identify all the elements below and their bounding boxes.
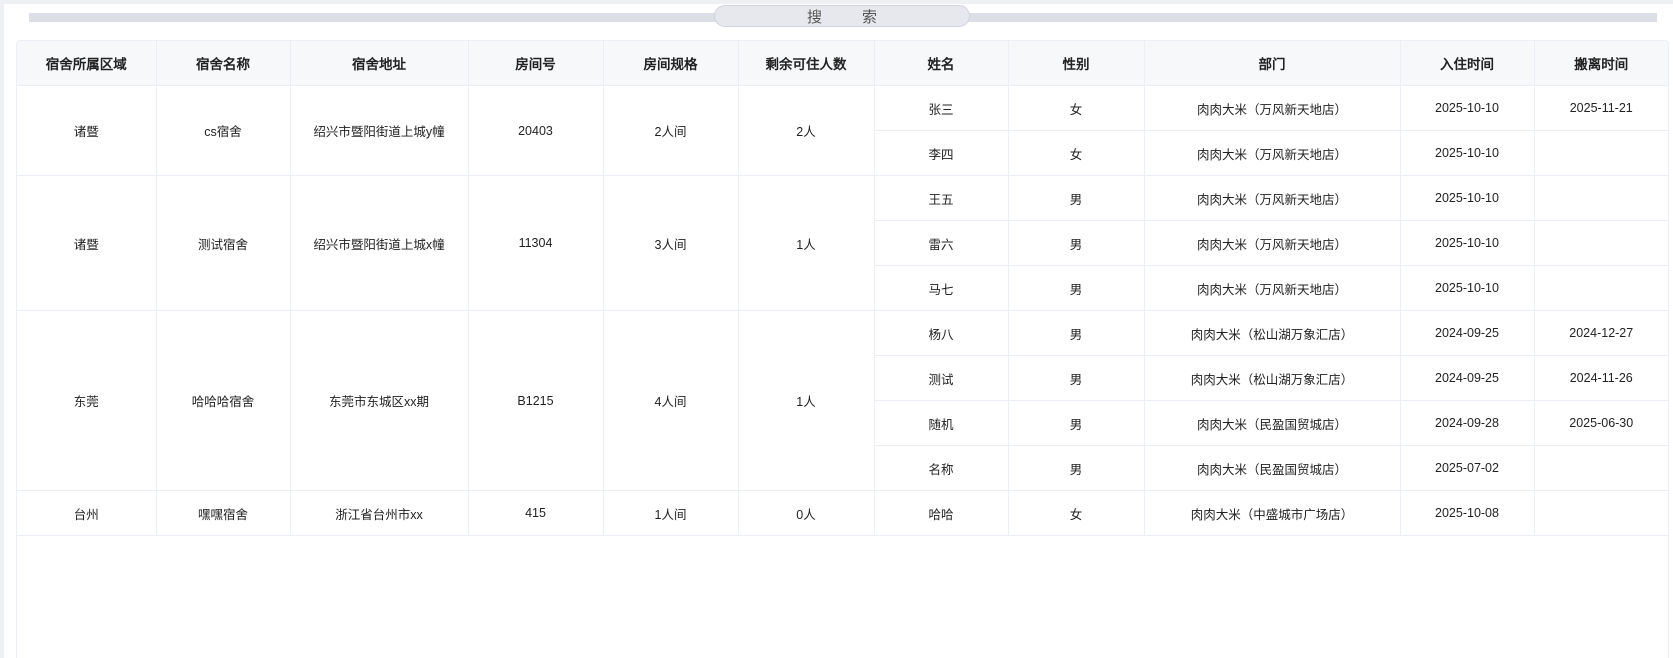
cell-resident-checkin: 2025-10-10 — [1400, 265, 1535, 311]
cell-resident-gender: 男 — [1008, 175, 1145, 221]
cell-resident-gender: 男 — [1008, 220, 1145, 266]
cell-remaining: 1人 — [738, 175, 875, 311]
table-row: 台州 嘿嘿宿舍 浙江省台州市xx 415 1人间 0人 哈哈女肉肉大米（中盛城市广场店） 20… — [17, 490, 1668, 536]
table-row: 诸暨 测试宿舍 绍兴市暨阳街道上城x幢 11304 3人间 1人 王五男肉肉大米（万风新天地… — [17, 175, 1668, 311]
column-header: 房间规格 — [603, 41, 739, 86]
cell-resident-gender: 男 — [1008, 355, 1145, 401]
column-header: 宿舍名称 — [156, 41, 291, 86]
cell-resident-dept: 肉肉大米（万风新天地店） — [1144, 130, 1401, 176]
cell-resident-dept: 肉肉大米（松山湖万象汇店） — [1144, 310, 1401, 356]
cell-resident-gender: 男 — [1008, 310, 1145, 356]
cell-address: 浙江省台州市xx — [290, 490, 469, 536]
column-header: 宿舍所属区域 — [17, 41, 157, 86]
cell-resident-checkout — [1534, 490, 1668, 536]
column-header: 剩余可住人数 — [738, 41, 875, 86]
cell-resident-dept: 肉肉大米（万风新天地店） — [1144, 265, 1401, 311]
cell-resident-name: 随机 — [874, 400, 1009, 446]
column-header: 入住时间 — [1400, 41, 1535, 86]
cell-resident-name: 李四 — [874, 130, 1009, 176]
table-header: 宿舍所属区域 宿舍名称 宿舍地址 房间号 房间规格 剩余可住人数 姓名 性别 部门 入住时间 搬离时… — [17, 41, 1668, 86]
cell-name: 哈哈哈宿舍 — [156, 310, 291, 491]
cell-room: 11304 — [468, 175, 604, 311]
cell-resident-gender: 男 — [1008, 445, 1145, 491]
cell-resident-checkin: 2025-10-10 — [1400, 130, 1535, 176]
cell-resident-dept: 肉肉大米（中盛城市广场店） — [1144, 490, 1401, 536]
cell-resident-checkin: 2025-10-08 — [1400, 490, 1535, 536]
cell-resident-checkin: 2025-10-10 — [1400, 220, 1535, 266]
cell-name: 嘿嘿宿舍 — [156, 490, 291, 536]
cell-resident-name: 名称 — [874, 445, 1009, 491]
cell-area: 诸暨 — [17, 175, 157, 311]
cell-remaining: 0人 — [738, 490, 875, 536]
cell-resident-checkin: 2025-10-10 — [1400, 175, 1535, 221]
column-header: 房间号 — [468, 41, 604, 86]
cell-name: cs宿舍 — [156, 85, 291, 176]
table-row: 东莞 哈哈哈宿舍 东莞市东城区xx期 B1215 4人间 1人 杨八男肉肉大米（松山湖万象汇… — [17, 310, 1668, 491]
cell-area: 东莞 — [17, 310, 157, 491]
cell-resident-dept: 肉肉大米（民盈国贸城店） — [1144, 445, 1401, 491]
cell-resident-checkout — [1534, 175, 1668, 221]
cell-room: B1215 — [468, 310, 604, 491]
cell-resident-name: 测试 — [874, 355, 1009, 401]
cell-resident-gender: 女 — [1008, 85, 1145, 131]
cell-resident-gender: 男 — [1008, 400, 1145, 446]
cell-remaining: 1人 — [738, 310, 875, 491]
column-header: 姓名 — [874, 41, 1009, 86]
cell-resident-checkin: 2024-09-25 — [1400, 355, 1535, 401]
cell-resident-name: 哈哈 — [874, 490, 1009, 536]
cell-spec: 2人间 — [603, 85, 739, 176]
cell-resident-checkin: 2025-07-02 — [1400, 445, 1535, 491]
cell-spec: 4人间 — [603, 310, 739, 491]
cell-resident-name: 马七 — [874, 265, 1009, 311]
column-header: 性别 — [1008, 41, 1145, 86]
cell-address: 绍兴市暨阳街道上城x幢 — [290, 175, 469, 311]
cell-resident-dept: 肉肉大米（万风新天地店） — [1144, 220, 1401, 266]
cell-resident-gender: 女 — [1008, 130, 1145, 176]
cell-resident-name: 张三 — [874, 85, 1009, 131]
column-header: 部门 — [1144, 41, 1401, 86]
cell-resident-name: 雷六 — [874, 220, 1009, 266]
dormitory-table: 宿舍所属区域 宿舍名称 宿舍地址 房间号 房间规格 剩余可住人数 姓名 性别 部门 入住时间 搬离时… — [16, 40, 1669, 658]
search-label-2: 索 — [862, 8, 918, 26]
cell-resident-checkin: 2024-09-25 — [1400, 310, 1535, 356]
cell-resident-checkin: 2024-09-28 — [1400, 400, 1535, 446]
cell-resident-name: 王五 — [874, 175, 1009, 221]
cell-room: 415 — [468, 490, 604, 536]
cell-resident-checkout: 2025-11-21 — [1534, 85, 1668, 131]
cell-address: 东莞市东城区xx期 — [290, 310, 469, 491]
cell-resident-checkin: 2025-10-10 — [1400, 85, 1535, 131]
cell-resident-checkout: 2024-11-26 — [1534, 355, 1668, 401]
cell-spec: 3人间 — [603, 175, 739, 311]
cell-resident-checkout — [1534, 445, 1668, 491]
table-row: 诸暨 cs宿舍 绍兴市暨阳街道上城y幢 20403 2人间 2人 张三女肉肉大米（万风新天地… — [17, 85, 1668, 176]
cell-resident-dept: 肉肉大米（万风新天地店） — [1144, 175, 1401, 221]
cell-name: 测试宿舍 — [156, 175, 291, 311]
cell-area: 台州 — [17, 490, 157, 536]
cell-resident-dept: 肉肉大米（松山湖万象汇店） — [1144, 355, 1401, 401]
cell-remaining: 2人 — [738, 85, 875, 176]
cell-spec: 1人间 — [603, 490, 739, 536]
cell-resident-checkout — [1534, 220, 1668, 266]
cell-resident-checkout — [1534, 265, 1668, 311]
cell-room: 20403 — [468, 85, 604, 176]
cell-area: 诸暨 — [17, 85, 157, 176]
cell-resident-checkout: 2024-12-27 — [1534, 310, 1668, 356]
cell-resident-name: 杨八 — [874, 310, 1009, 356]
cell-resident-checkout: 2025-06-30 — [1534, 400, 1668, 446]
column-header: 搬离时间 — [1534, 41, 1668, 86]
search-label-1: 搜 — [806, 8, 862, 26]
search-toggle-button[interactable]: 搜索 — [714, 5, 970, 27]
cell-resident-gender: 男 — [1008, 265, 1145, 311]
cell-address: 绍兴市暨阳街道上城y幢 — [290, 85, 469, 176]
cell-resident-dept: 肉肉大米（民盈国贸城店） — [1144, 400, 1401, 446]
cell-resident-gender: 女 — [1008, 490, 1145, 536]
column-header: 宿舍地址 — [290, 41, 469, 86]
cell-resident-dept: 肉肉大米（万风新天地店） — [1144, 85, 1401, 131]
cell-resident-checkout — [1534, 130, 1668, 176]
